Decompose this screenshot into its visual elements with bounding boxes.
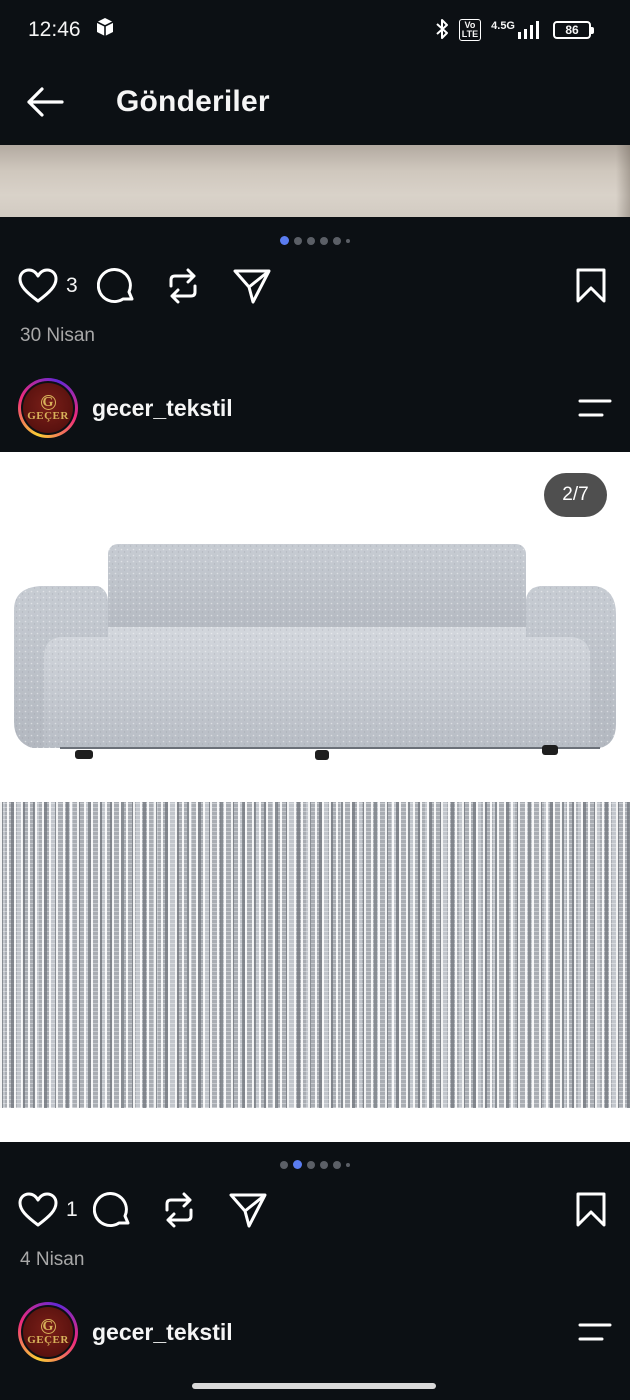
comment-button[interactable] [93,1182,133,1238]
like-count: 3 [66,274,78,297]
carousel-dot [346,238,350,243]
post-menu-button[interactable] [560,378,630,438]
carousel-dot [307,236,315,245]
repost-icon [169,268,197,304]
repost-icon [165,1192,193,1228]
menu-icon [578,399,612,417]
carousel-dot [320,1160,328,1169]
like-button[interactable]: 1 [18,1182,78,1238]
heart-icon [18,1192,58,1227]
bluetooth-icon [435,18,449,43]
bookmark-button[interactable] [574,258,608,314]
avatar[interactable]: G GEÇER [18,1302,78,1362]
sofa-image [14,544,616,760]
username[interactable]: gecer_tekstil [92,395,560,422]
carousel-dot [346,1162,350,1167]
comment-button[interactable] [97,258,137,314]
share-button[interactable] [232,258,272,314]
carousel-dot [307,1160,315,1169]
fabric-texture-image [0,802,630,1108]
post-date: 4 Nisan [20,1249,85,1270]
avatar-letter: G [40,1318,56,1334]
repost-button[interactable] [162,1182,196,1238]
carousel-dots [0,236,630,245]
back-arrow-icon [27,87,64,117]
like-button[interactable]: 3 [18,258,78,314]
network-type: 4.5G [491,20,515,32]
share-button[interactable] [228,1182,268,1238]
signal-icon: 4.5G [491,20,543,40]
carousel-dot [320,236,328,245]
battery-level: 86 [553,21,591,39]
volte-badge: Vo LTE [458,19,482,41]
like-count: 1 [66,1198,78,1221]
share-icon [233,269,271,304]
top-bar: Gönderiler [0,60,630,144]
status-time: 12:46 [28,18,81,41]
post-menu-button[interactable] [560,1302,630,1362]
back-button[interactable] [0,60,90,144]
carousel-dot-active [293,1160,302,1169]
carousel-dot-active [280,236,289,245]
repost-button[interactable] [166,258,200,314]
carousel-dot [294,236,302,245]
post-header: G GEÇER gecer_tekstil [0,1294,630,1370]
volte-bottom-text: LTE [461,29,479,39]
avatar-text: GEÇER [27,1333,69,1346]
avatar-text: GEÇER [27,409,69,422]
status-bar: 12:46 Vo LTE 4.5G 86 [0,0,630,60]
bookmark-icon [576,1192,606,1227]
carousel-dot [280,1160,288,1169]
share-icon [229,1193,267,1228]
battery-icon: 86 [553,21,594,39]
avatar-letter: G [40,394,56,410]
menu-icon [578,1323,612,1341]
image-counter-badge: 2/7 [544,473,607,517]
post-image[interactable]: 2/7 [0,452,630,1142]
post-header: G GEÇER gecer_tekstil [0,370,630,446]
username[interactable]: gecer_tekstil [92,1319,560,1346]
comment-icon [97,268,134,304]
comment-icon [93,1192,130,1228]
carousel-dots [0,1160,630,1169]
carousel-dot [333,1160,341,1169]
post-actions: 3 [0,258,630,314]
carousel-dot [333,236,341,245]
home-indicator[interactable] [192,1383,436,1389]
package-icon [95,17,115,43]
avatar[interactable]: G GEÇER [18,378,78,438]
post-actions: 1 [0,1182,630,1238]
previous-post-image[interactable] [0,145,630,217]
bookmark-button[interactable] [574,1182,608,1238]
heart-icon [18,268,58,303]
bookmark-icon [576,268,606,303]
page-title: Gönderiler [116,85,270,118]
post-date: 30 Nisan [20,325,95,346]
